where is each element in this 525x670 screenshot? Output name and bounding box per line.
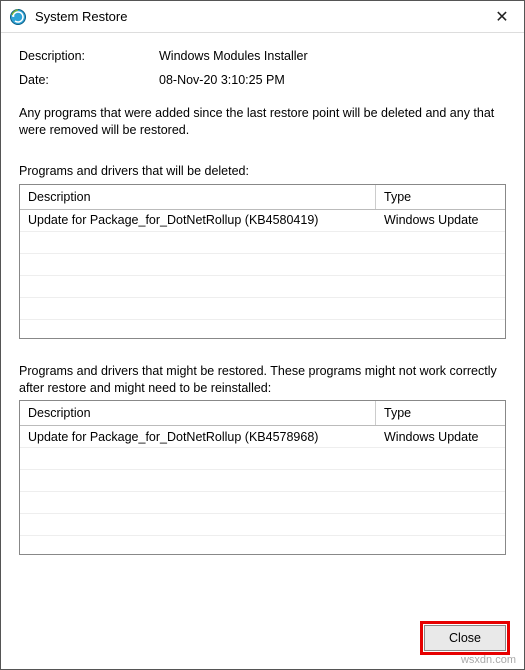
col-header-type[interactable]: Type bbox=[376, 185, 505, 209]
table-row[interactable]: Update for Package_for_DotNetRollup (KB4… bbox=[20, 426, 505, 448]
table-row bbox=[20, 254, 505, 276]
table-row bbox=[20, 492, 505, 514]
date-value: 08-Nov-20 3:10:25 PM bbox=[159, 73, 506, 87]
deleted-grid-body: Update for Package_for_DotNetRollup (KB4… bbox=[20, 210, 505, 339]
table-row bbox=[20, 276, 505, 298]
deleted-section-label: Programs and drivers that will be delete… bbox=[19, 163, 506, 180]
col-header-description[interactable]: Description bbox=[20, 185, 376, 209]
table-row bbox=[20, 536, 505, 555]
table-row bbox=[20, 320, 505, 339]
col-header-type[interactable]: Type bbox=[376, 401, 505, 425]
close-button[interactable]: Close bbox=[424, 625, 506, 651]
restored-grid[interactable]: Description Type Update for Package_for_… bbox=[19, 400, 506, 555]
date-row: Date: 08-Nov-20 3:10:25 PM bbox=[19, 73, 506, 87]
restored-section-label: Programs and drivers that might be resto… bbox=[19, 363, 506, 397]
table-row[interactable]: Update for Package_for_DotNetRollup (KB4… bbox=[20, 210, 505, 232]
restored-grid-body: Update for Package_for_DotNetRollup (KB4… bbox=[20, 426, 505, 555]
system-restore-window: System Restore ✕ Description: Windows Mo… bbox=[0, 0, 525, 670]
description-label: Description: bbox=[19, 49, 159, 63]
close-icon: ✕ bbox=[495, 7, 508, 27]
info-text: Any programs that were added since the l… bbox=[19, 105, 506, 139]
table-row bbox=[20, 470, 505, 492]
table-row bbox=[20, 514, 505, 536]
cell-description: Update for Package_for_DotNetRollup (KB4… bbox=[20, 213, 376, 227]
window-close-button[interactable]: ✕ bbox=[480, 1, 524, 33]
cell-description: Update for Package_for_DotNetRollup (KB4… bbox=[20, 430, 376, 444]
deleted-grid[interactable]: Description Type Update for Package_for_… bbox=[19, 184, 506, 339]
cell-type: Windows Update bbox=[376, 213, 505, 227]
titlebar: System Restore ✕ bbox=[1, 1, 524, 33]
window-title: System Restore bbox=[35, 9, 480, 24]
cell-type: Windows Update bbox=[376, 430, 505, 444]
table-row bbox=[20, 448, 505, 470]
footer: Close bbox=[1, 611, 524, 669]
restored-grid-header: Description Type bbox=[20, 401, 505, 426]
date-label: Date: bbox=[19, 73, 159, 87]
deleted-grid-header: Description Type bbox=[20, 185, 505, 210]
description-value: Windows Modules Installer bbox=[159, 49, 506, 63]
table-row bbox=[20, 232, 505, 254]
content-area: Description: Windows Modules Installer D… bbox=[1, 33, 524, 611]
col-header-description[interactable]: Description bbox=[20, 401, 376, 425]
description-row: Description: Windows Modules Installer bbox=[19, 49, 506, 63]
table-row bbox=[20, 298, 505, 320]
system-restore-icon bbox=[9, 8, 27, 26]
